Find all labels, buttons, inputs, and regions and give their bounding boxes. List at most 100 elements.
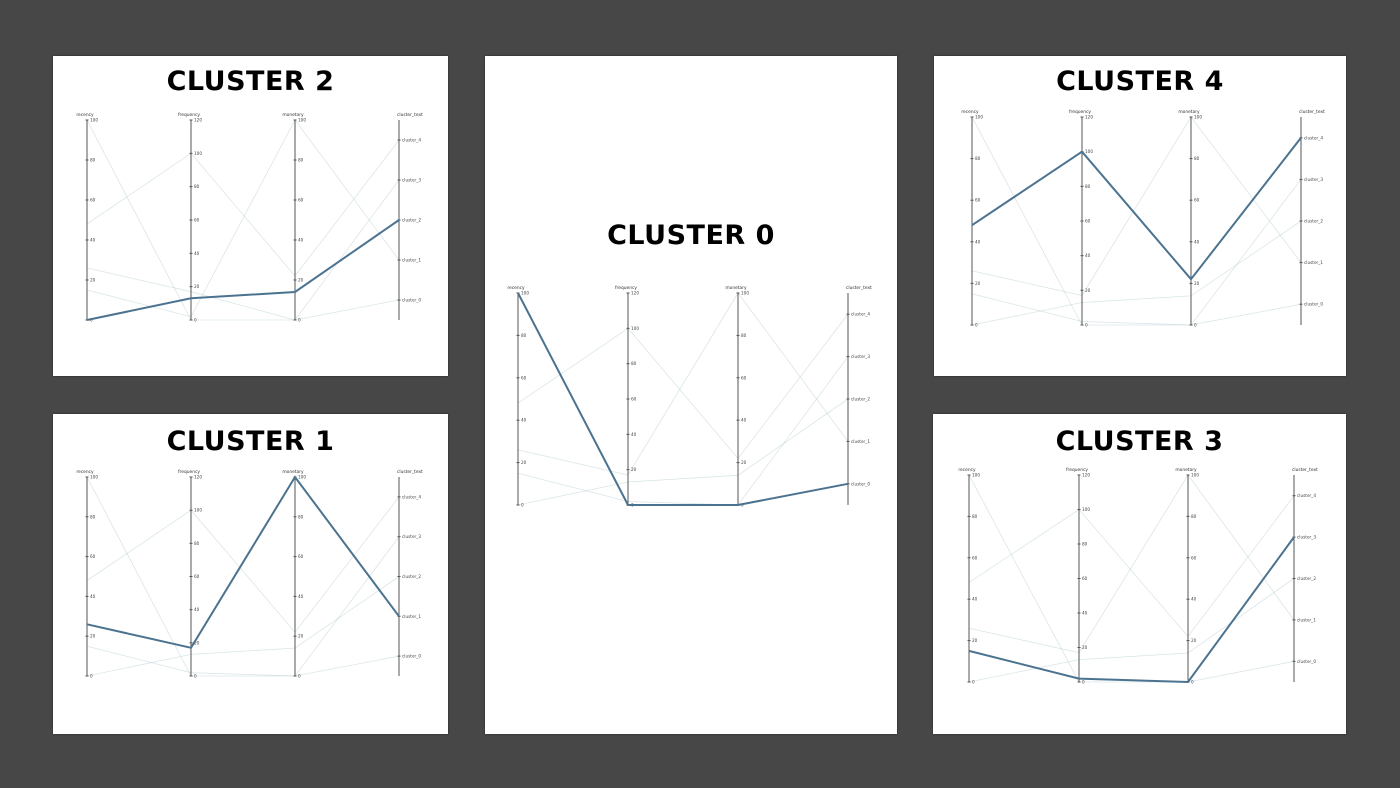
tick-label-recency-60: 60 [972,555,978,560]
tick-label-monetary-40: 40 [1194,239,1200,244]
cluster-0-panel: CLUSTER 0 recency 0 20 40 60 80 100 frequency 0 2… [485,56,897,734]
tick-label-recency-100: 100 [975,115,983,120]
tick-label-frequency-40: 40 [1082,611,1088,616]
tick-label-monetary-80: 80 [298,158,304,163]
tick-label-frequency-120: 120 [1082,473,1090,478]
context-line-cluster_4 [86,496,400,633]
tick-label-monetary-80: 80 [1194,156,1200,161]
tick-label-frequency-60: 60 [1085,219,1091,224]
tick-label-cluster_3: cluster_3 [402,534,421,539]
tick-label-recency-40: 40 [90,238,96,243]
tick-label-cluster_2: cluster_2 [1297,576,1316,581]
tick-label-frequency-40: 40 [631,432,637,437]
axis-title-cluster_text: cluster_text [397,469,423,475]
tick-label-monetary-40: 40 [298,594,304,599]
tick-label-monetary-100: 100 [298,118,306,123]
tick-label-monetary-40: 40 [1191,597,1197,602]
axis-title-cluster_text: cluster_text [1299,109,1325,115]
tick-label-cluster_4: cluster_4 [851,312,870,317]
tick-label-frequency-0: 0 [194,318,197,323]
tick-label-frequency-80: 80 [194,541,200,546]
tick-label-cluster_1: cluster_1 [1304,260,1323,265]
context-line-cluster_0 [968,474,1295,683]
tick-label-monetary-40: 40 [741,418,747,423]
tick-label-monetary-0: 0 [1194,323,1197,328]
tick-label-cluster_0: cluster_0 [402,654,421,659]
tick-label-frequency-0: 0 [1082,680,1085,685]
tick-label-monetary-60: 60 [741,375,747,380]
tick-label-frequency-60: 60 [194,574,200,579]
tick-label-frequency-100: 100 [1085,149,1093,154]
tick-label-recency-0: 0 [972,680,975,685]
cluster-2-panel: CLUSTER 2 recency 0 20 40 60 80 100 frequency 0 2… [53,56,448,376]
tick-label-monetary-20: 20 [1191,638,1197,643]
context-line-cluster_2 [968,578,1295,683]
cluster-1-chart: recency020406080100frequency020406080100… [76,469,423,679]
tick-label-frequency-0: 0 [194,674,197,679]
tick-label-cluster_2: cluster_2 [402,574,421,579]
tick-label-frequency-100: 100 [631,326,639,331]
tick-label-recency-20: 20 [90,278,96,283]
tick-label-monetary-0: 0 [298,674,301,679]
context-line-cluster_1 [971,116,1302,296]
tick-label-cluster_2: cluster_2 [1304,219,1323,224]
tick-label-recency-20: 20 [972,638,978,643]
axis-title-cluster_text: cluster_text [846,285,872,291]
tick-label-frequency-60: 60 [631,397,637,402]
tick-label-frequency-20: 20 [194,284,200,289]
tick-label-monetary-40: 40 [298,238,304,243]
tick-label-recency-100: 100 [521,291,529,296]
highlight-line-cluster_0 [517,292,849,506]
tick-label-frequency-120: 120 [194,475,202,480]
tick-label-recency-80: 80 [90,158,96,163]
context-line-cluster_4 [86,139,400,277]
tick-label-cluster_3: cluster_3 [1297,535,1316,540]
tick-label-cluster_2: cluster_2 [851,397,870,402]
tick-label-recency-0: 0 [90,674,93,679]
tick-label-monetary-100: 100 [741,291,749,296]
tick-label-recency-100: 100 [90,118,98,123]
tick-label-frequency-100: 100 [1082,507,1090,512]
tick-label-frequency-40: 40 [194,251,200,256]
tick-label-frequency-120: 120 [1085,115,1093,120]
tick-label-frequency-60: 60 [1082,576,1088,581]
axis-title-cluster_text: cluster_text [1292,467,1318,473]
tick-label-recency-20: 20 [90,634,96,639]
axis-title-cluster_text: cluster_text [397,112,423,118]
tick-label-recency-100: 100 [972,473,980,478]
context-line-cluster_2 [971,220,1302,326]
tick-label-cluster_4: cluster_4 [1297,493,1316,498]
tick-label-cluster_1: cluster_1 [1297,617,1316,622]
tick-label-monetary-20: 20 [298,634,304,639]
cluster-4-panel: CLUSTER 4 recency 0 20 40 60 80 100 frequency 0 2… [934,56,1346,376]
tick-label-cluster_4: cluster_4 [402,494,421,499]
tick-label-frequency-100: 100 [194,151,202,156]
tick-label-cluster_4: cluster_4 [1304,135,1323,140]
tick-label-recency-20: 20 [521,460,527,465]
tick-label-recency-60: 60 [975,198,981,203]
tick-label-monetary-0: 0 [1191,680,1194,685]
tick-label-cluster_0: cluster_0 [1304,302,1323,307]
tick-label-recency-40: 40 [972,597,978,602]
tick-label-frequency-20: 20 [631,467,637,472]
tick-label-recency-20: 20 [975,281,981,286]
tick-label-cluster_3: cluster_3 [1304,177,1323,182]
tick-label-monetary-60: 60 [298,198,304,203]
tick-label-monetary-60: 60 [1191,555,1197,560]
tick-label-cluster_1: cluster_1 [402,614,421,619]
tick-label-recency-40: 40 [975,239,981,244]
context-line-cluster_2 [517,398,849,506]
tick-label-monetary-80: 80 [741,333,747,338]
tick-label-cluster_0: cluster_0 [402,298,421,303]
tick-label-monetary-20: 20 [298,278,304,283]
tick-label-monetary-60: 60 [298,554,304,559]
context-line-cluster_0 [971,116,1302,326]
tick-label-recency-0: 0 [975,323,978,328]
tick-label-cluster_4: cluster_4 [402,138,421,143]
tick-label-recency-80: 80 [90,514,96,519]
tick-label-recency-100: 100 [90,475,98,480]
tick-label-frequency-80: 80 [1085,184,1091,189]
tick-label-cluster_0: cluster_0 [851,481,870,486]
tick-label-frequency-20: 20 [1082,645,1088,650]
context-line-cluster_1 [86,119,400,318]
